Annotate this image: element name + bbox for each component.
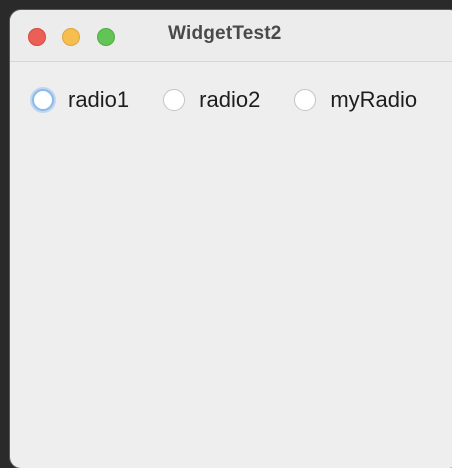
radio-button-myradio[interactable] [294, 89, 317, 111]
window-content: radio1 radio2 myRadio [10, 62, 452, 468]
radio-label-myradio[interactable]: myRadio [330, 89, 417, 111]
radio-button-radio2[interactable] [163, 89, 186, 111]
radio-option-radio1[interactable]: radio1 [32, 89, 129, 111]
app-window: WidgetTest2 radio1 radio2 myRadio [10, 10, 452, 468]
radio-group: radio1 radio2 myRadio [32, 89, 417, 111]
radio-label-radio2[interactable]: radio2 [199, 89, 260, 111]
close-icon[interactable] [28, 28, 46, 46]
radio-option-myradio[interactable]: myRadio [294, 89, 417, 111]
radio-label-radio1[interactable]: radio1 [68, 89, 129, 111]
zoom-icon[interactable] [97, 28, 115, 46]
radio-option-radio2[interactable]: radio2 [163, 89, 260, 111]
title-bar[interactable]: WidgetTest2 [10, 10, 452, 62]
window-title: WidgetTest2 [168, 23, 282, 44]
minimize-icon[interactable] [62, 28, 80, 46]
radio-button-radio1[interactable] [32, 89, 54, 111]
